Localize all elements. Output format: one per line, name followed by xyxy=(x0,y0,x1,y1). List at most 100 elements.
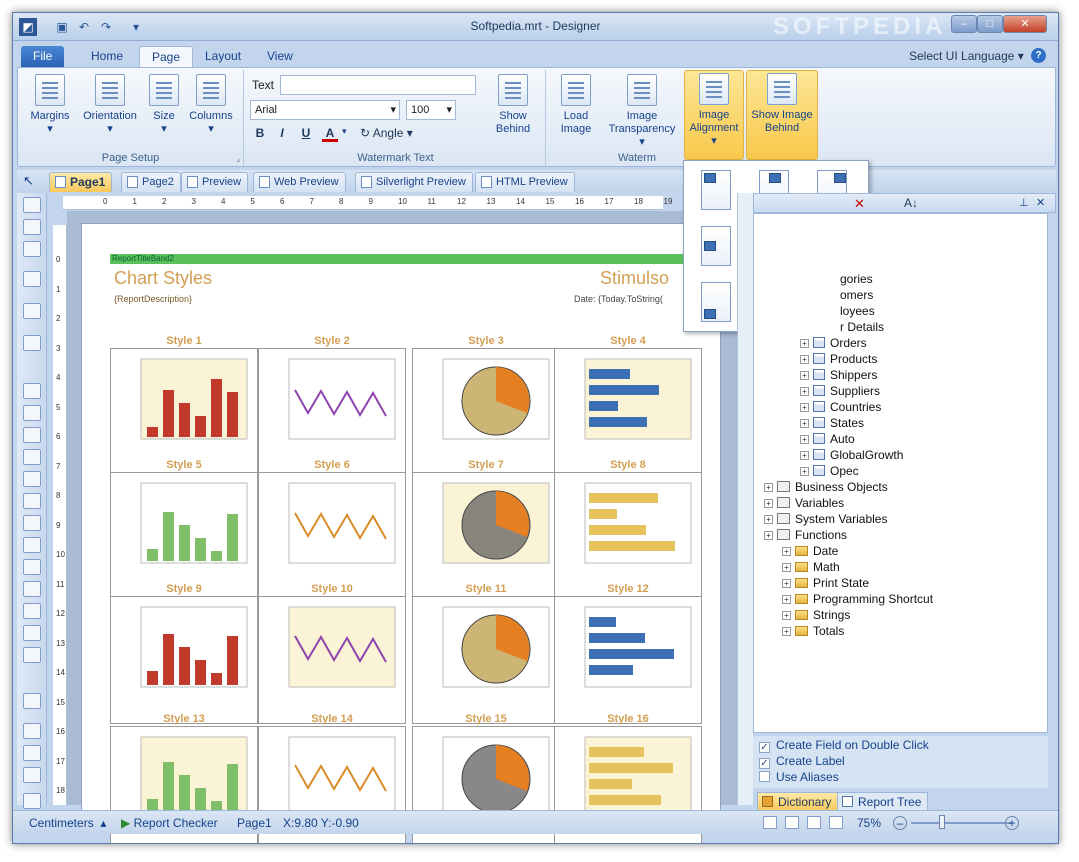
tab-silverlight-preview[interactable]: Silverlight Preview xyxy=(355,172,473,192)
tree-item[interactable]: + Print State xyxy=(782,576,869,590)
chart-component-icon[interactable] xyxy=(23,767,41,783)
shape-icon[interactable] xyxy=(23,471,41,487)
option-checkbox[interactable]: ✓ Create Label xyxy=(759,754,845,769)
vertical-line-icon[interactable] xyxy=(23,693,41,709)
chart-style-cell[interactable]: Style 12 xyxy=(554,583,702,724)
container-icon[interactable] xyxy=(23,335,41,351)
expand-icon[interactable]: + xyxy=(800,355,809,364)
subreport-icon[interactable] xyxy=(23,537,41,553)
chart-style-cell[interactable]: Style 10 xyxy=(258,583,406,724)
columns-button[interactable]: Columns ▾ xyxy=(186,72,236,146)
tree-item[interactable]: + Totals xyxy=(782,624,844,638)
tab-html-preview[interactable]: HTML Preview xyxy=(475,172,575,192)
option-checkbox[interactable]: Use Aliases xyxy=(759,770,839,784)
settings-icon[interactable] xyxy=(23,793,41,809)
units-select[interactable]: Centimeters ▴ xyxy=(29,816,106,830)
zoom-out-icon[interactable]: – xyxy=(893,816,907,830)
expand-icon[interactable]: + xyxy=(800,387,809,396)
tab-page[interactable]: Page xyxy=(139,46,194,68)
tree-item[interactable]: omers xyxy=(840,288,873,302)
expand-icon[interactable]: + xyxy=(764,531,773,540)
report-title[interactable]: Chart Styles xyxy=(114,268,212,289)
sort-icon[interactable]: A↓ xyxy=(904,196,918,210)
pin-icon[interactable]: ⊥ xyxy=(1019,196,1029,209)
tree-item[interactable]: + Math xyxy=(782,560,840,574)
tree-item[interactable]: + Shippers xyxy=(800,368,877,382)
chart-style-cell[interactable]: Style 11 xyxy=(412,583,560,724)
format-painter-icon[interactable] xyxy=(23,241,41,257)
tab-page2[interactable]: Page2 xyxy=(121,172,181,192)
tab-home[interactable]: Home xyxy=(79,46,135,68)
tree-item[interactable]: + GlobalGrowth xyxy=(800,448,903,462)
report-title-band[interactable]: ReportTitleBand2 xyxy=(110,254,690,264)
expand-icon[interactable]: + xyxy=(764,515,773,524)
view-whole-icon[interactable] xyxy=(807,816,821,829)
chart-style-cell[interactable]: Style 6 xyxy=(258,459,406,600)
chart-style-cell[interactable]: Style 1 xyxy=(110,335,258,476)
help-icon[interactable]: ? xyxy=(1031,48,1046,63)
tab-web-preview[interactable]: Web Preview xyxy=(253,172,346,192)
delete-icon[interactable]: ✕ xyxy=(854,196,865,212)
zoom-slider-thumb[interactable] xyxy=(939,815,945,829)
expand-icon[interactable]: + xyxy=(800,371,809,380)
tab-dictionary[interactable]: Dictionary xyxy=(757,792,839,812)
font-size-select[interactable]: 100 ▾ xyxy=(406,100,456,120)
view-multi-icon[interactable] xyxy=(829,816,843,829)
expand-icon[interactable]: + xyxy=(782,563,791,572)
alignment-option[interactable] xyxy=(692,221,736,269)
minimize-button[interactable]: – xyxy=(951,15,977,33)
bold-button[interactable]: B xyxy=(252,124,268,142)
view-page-icon[interactable] xyxy=(785,816,799,829)
expand-icon[interactable]: + xyxy=(782,611,791,620)
underline-button[interactable]: U xyxy=(298,124,314,142)
report-page[interactable]: ReportTitleBand2 Chart Styles Stimulso {… xyxy=(81,223,721,843)
image-component-icon[interactable] xyxy=(23,427,41,443)
zoom-slider[interactable] xyxy=(911,822,1011,824)
ui-language-select[interactable]: Select UI Language ▾ xyxy=(909,49,1024,63)
alignment-option[interactable] xyxy=(692,165,736,213)
cross-tab-icon[interactable] xyxy=(23,581,41,597)
tab-preview[interactable]: Preview xyxy=(181,172,249,192)
load-image-button[interactable]: Load Image xyxy=(554,72,598,146)
tree-item[interactable]: + States xyxy=(800,416,864,430)
panel-icon[interactable] xyxy=(23,493,41,509)
margins-button[interactable]: Margins ▾ xyxy=(26,72,74,146)
watermark-text-input[interactable] xyxy=(280,75,476,95)
image-alignment-button[interactable]: Image Alignment ▾ xyxy=(684,70,744,160)
font-color-dropdown-icon[interactable]: ▾ xyxy=(342,126,347,137)
image-transparency-button[interactable]: Image Transparency ▾ xyxy=(604,72,680,148)
view-normal-icon[interactable] xyxy=(763,816,777,829)
tree-item[interactable]: + Functions xyxy=(764,528,847,542)
line-icon[interactable] xyxy=(23,647,41,663)
maximize-button[interactable]: □ xyxy=(977,15,1003,33)
pointer-icon[interactable]: ↖ xyxy=(23,173,34,189)
tab-page1[interactable]: Page1 xyxy=(49,172,113,192)
tree-item[interactable]: + Variables xyxy=(764,496,844,510)
rich-text-icon[interactable] xyxy=(23,405,41,421)
expand-icon[interactable]: + xyxy=(764,499,773,508)
cross-band-icon[interactable] xyxy=(23,303,41,319)
expand-icon[interactable]: + xyxy=(800,435,809,444)
tree-item[interactable]: + Business Objects xyxy=(764,480,888,494)
expand-icon[interactable]: + xyxy=(764,483,773,492)
font-color-button[interactable]: A xyxy=(322,124,338,142)
hand-tool-icon[interactable] xyxy=(23,197,41,213)
canvas-vertical-scrollbar[interactable] xyxy=(737,193,753,805)
expand-icon[interactable]: + xyxy=(800,339,809,348)
tree-item[interactable]: + System Variables xyxy=(764,512,887,526)
option-checkbox[interactable]: ✓ Create Field on Double Click xyxy=(759,738,929,753)
tree-item[interactable]: + Programming Shortcut xyxy=(782,592,933,606)
report-checker-button[interactable]: ▶ Report Checker xyxy=(121,816,218,830)
expand-icon[interactable]: + xyxy=(782,595,791,604)
barcode-icon[interactable] xyxy=(23,449,41,465)
text-tool-icon[interactable] xyxy=(23,219,41,235)
chart-style-cell[interactable]: Style 3 xyxy=(412,335,560,476)
tree-item[interactable]: + Auto xyxy=(800,432,855,446)
expand-icon[interactable]: + xyxy=(800,451,809,460)
zoom-in-icon[interactable]: + xyxy=(1005,816,1019,830)
report-description[interactable]: {ReportDescription} xyxy=(114,294,192,304)
font-select[interactable]: Arial ▾ xyxy=(250,100,400,120)
chart-style-cell[interactable]: Style 9 xyxy=(110,583,258,724)
expand-icon[interactable]: + xyxy=(800,403,809,412)
tab-report-tree[interactable]: Report Tree xyxy=(837,792,929,812)
